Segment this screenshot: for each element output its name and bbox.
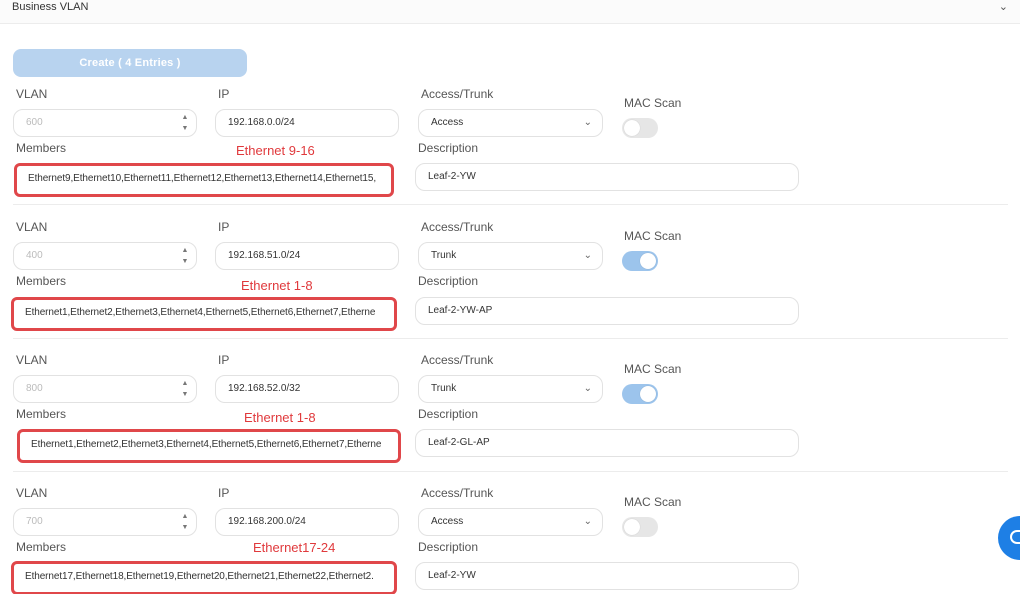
chevron-down-icon: ⌄ <box>583 516 592 527</box>
access-trunk-select[interactable]: Trunk ⌄ <box>418 242 603 270</box>
description-input[interactable]: Leaf-2-YW <box>415 562 799 590</box>
vlan-label: VLAN <box>16 353 48 367</box>
vlan-entry: VLAN 600 ▲ ▼ IP 192.168.0.0/24 Access/Tru… <box>0 84 1010 217</box>
vlan-input[interactable]: 700 ▲ ▼ <box>13 508 197 536</box>
ip-label: IP <box>218 220 230 234</box>
members-input[interactable]: Ethernet17,Ethernet18,Ethernet19,Etherne… <box>17 564 391 592</box>
ip-input[interactable]: 192.168.52.0/32 <box>215 375 399 403</box>
members-highlight: Ethernet1,Ethernet2,Ethernet3,Ethernet4,… <box>17 429 401 463</box>
vlan-entry: VLAN 700 ▲ ▼ IP 192.168.200.0/24 Access/T… <box>0 483 1010 594</box>
members-highlight: Ethernet1,Ethernet2,Ethernet3,Ethernet4,… <box>11 297 397 331</box>
entry-divider <box>13 204 1008 205</box>
description-input[interactable]: Leaf-2-GL-AP <box>415 429 799 457</box>
mac-scan-label: MAC Scan <box>624 362 682 376</box>
vlan-input[interactable]: 600 ▲ ▼ <box>13 109 197 137</box>
description-label: Description <box>418 407 479 421</box>
chevron-down-icon: ⌄ <box>583 250 592 261</box>
description-label: Description <box>418 540 479 554</box>
members-annotation: Ethernet 1-8 <box>241 278 313 293</box>
section-header[interactable]: Business VLAN ⌄ <box>0 0 1020 24</box>
create-button[interactable]: Create ( 4 Entries ) <box>13 49 247 77</box>
description-input[interactable]: Leaf-2-YW-AP <box>415 297 799 325</box>
chevron-down-icon: ⌄ <box>583 383 592 394</box>
mac-scan-label: MAC Scan <box>624 495 682 509</box>
collapse-chevron-icon[interactable]: ⌄ <box>999 0 1008 13</box>
vlan-label: VLAN <box>16 87 48 101</box>
members-label: Members <box>16 274 67 288</box>
spinner-up-icon: ▲ <box>181 247 189 254</box>
ip-input[interactable]: 192.168.200.0/24 <box>215 508 399 536</box>
access-trunk-select[interactable]: Trunk ⌄ <box>418 375 603 403</box>
members-label: Members <box>16 540 67 554</box>
members-highlight: Ethernet9,Ethernet10,Ethernet11,Ethernet… <box>14 163 394 197</box>
chat-icon <box>1010 530 1020 544</box>
vlan-entry: VLAN 400 ▲ ▼ IP 192.168.51.0/24 Access/Tr… <box>0 217 1010 350</box>
ip-label: IP <box>218 353 230 367</box>
chevron-down-icon: ⌄ <box>583 117 592 128</box>
vlan-input[interactable]: 400 ▲ ▼ <box>13 242 197 270</box>
ip-label: IP <box>218 87 230 101</box>
mac-scan-toggle[interactable] <box>622 118 658 138</box>
vlan-label: VLAN <box>16 486 48 500</box>
members-annotation: Ethernet 1-8 <box>244 410 316 425</box>
vlan-label: VLAN <box>16 220 48 234</box>
access-trunk-label: Access/Trunk <box>421 220 494 234</box>
access-trunk-select[interactable]: Access ⌄ <box>418 109 603 137</box>
access-trunk-label: Access/Trunk <box>421 353 494 367</box>
spinner-down-icon: ▼ <box>181 524 189 531</box>
description-input[interactable]: Leaf-2-YW <box>415 163 799 191</box>
access-trunk-select[interactable]: Access ⌄ <box>418 508 603 536</box>
mac-scan-toggle[interactable] <box>622 251 658 271</box>
description-label: Description <box>418 141 479 155</box>
vlan-spinner[interactable]: ▲ ▼ <box>180 245 190 267</box>
mac-scan-toggle[interactable] <box>622 384 658 404</box>
spinner-up-icon: ▲ <box>181 380 189 387</box>
spinner-down-icon: ▼ <box>181 125 189 132</box>
spinner-up-icon: ▲ <box>181 513 189 520</box>
spinner-down-icon: ▼ <box>181 391 189 398</box>
members-label: Members <box>16 407 67 421</box>
description-label: Description <box>418 274 479 288</box>
vlan-entry: VLAN 800 ▲ ▼ IP 192.168.52.0/32 Access/Tr… <box>0 350 1010 483</box>
ip-input[interactable]: 192.168.0.0/24 <box>215 109 399 137</box>
spinner-down-icon: ▼ <box>181 258 189 265</box>
mac-scan-toggle[interactable] <box>622 517 658 537</box>
members-input[interactable]: Ethernet9,Ethernet10,Ethernet11,Ethernet… <box>20 166 388 194</box>
members-annotation: Ethernet 9-16 <box>236 143 315 158</box>
section-title: Business VLAN <box>12 1 89 13</box>
vlan-spinner[interactable]: ▲ ▼ <box>180 378 190 400</box>
mac-scan-label: MAC Scan <box>624 229 682 243</box>
ip-input[interactable]: 192.168.51.0/24 <box>215 242 399 270</box>
vlan-spinner[interactable]: ▲ ▼ <box>180 112 190 134</box>
ip-label: IP <box>218 486 230 500</box>
vlan-spinner[interactable]: ▲ ▼ <box>180 511 190 533</box>
members-label: Members <box>16 141 67 155</box>
members-input[interactable]: Ethernet1,Ethernet2,Ethernet3,Ethernet4,… <box>17 300 391 328</box>
entry-divider <box>13 471 1008 472</box>
spinner-up-icon: ▲ <box>181 114 189 121</box>
mac-scan-label: MAC Scan <box>624 96 682 110</box>
members-highlight: Ethernet17,Ethernet18,Ethernet19,Etherne… <box>11 561 397 594</box>
vlan-input[interactable]: 800 ▲ ▼ <box>13 375 197 403</box>
members-annotation: Ethernet17-24 <box>253 540 336 555</box>
members-input[interactable]: Ethernet1,Ethernet2,Ethernet3,Ethernet4,… <box>23 432 395 460</box>
entry-divider <box>13 338 1008 339</box>
access-trunk-label: Access/Trunk <box>421 87 494 101</box>
access-trunk-label: Access/Trunk <box>421 486 494 500</box>
